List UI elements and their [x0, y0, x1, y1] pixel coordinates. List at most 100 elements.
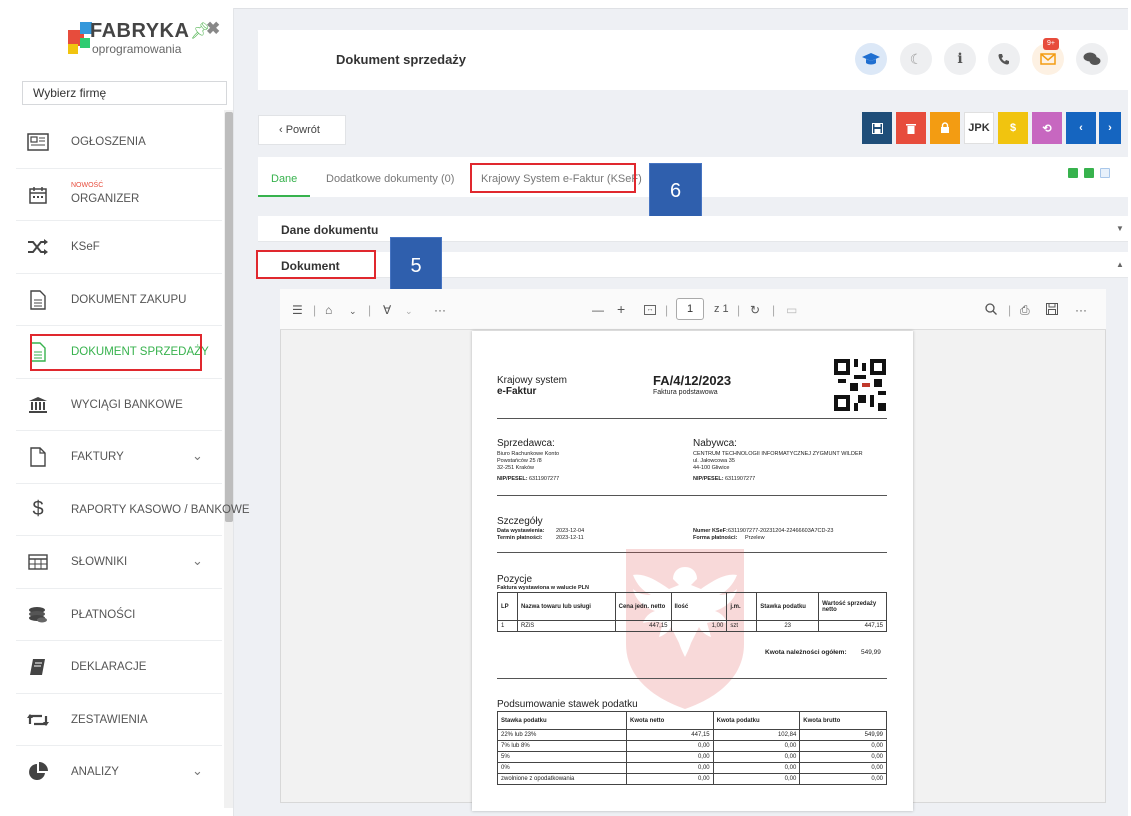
sidebar-item-ksef[interactable]: KSeF — [16, 221, 222, 274]
sidebar-item-analizy[interactable]: ANALIZY ⌄ — [16, 746, 222, 799]
sidebar-item-dokument-zakupu[interactable]: DOKUMENT ZAKUPU — [16, 274, 222, 326]
excel-icon[interactable] — [1084, 168, 1094, 178]
expand-toggle-icon[interactable]: ▲ — [1116, 260, 1124, 269]
chevron-down-icon[interactable]: ⌄ — [192, 448, 203, 464]
chevron-down-icon[interactable]: ⌄ — [192, 763, 203, 779]
zoom-out-button[interactable]: — — [592, 303, 604, 317]
ksef-number-label: Numer KSeF: — [693, 528, 728, 534]
sidebar-item-ogloszenia[interactable]: OGŁOSZENIA — [16, 116, 222, 169]
fit-page-icon[interactable]: ↔ — [644, 305, 656, 315]
rotate-icon[interactable]: ↻ — [750, 303, 760, 317]
save-icon[interactable] — [1046, 303, 1058, 318]
close-icon[interactable]: ✖ — [206, 19, 220, 39]
total-label: Kwota należności ogółem: — [765, 649, 847, 656]
column-header: Kwota podatku — [712, 711, 801, 730]
sidebar-item-zestawienia[interactable]: ZESTAWIENIA — [16, 694, 222, 746]
table-row: 1 RZiS 447,15 1,00 szt 23 447,15 — [497, 620, 887, 632]
page-number-input[interactable]: 1 — [676, 298, 704, 320]
sidebar-item-slowniki[interactable]: SŁOWNIKI ⌄ — [16, 536, 222, 589]
info-icon[interactable]: i — [944, 43, 976, 75]
chevron-down-icon[interactable]: ⌄ — [192, 553, 203, 569]
page-view-icon[interactable]: ▭ — [786, 303, 797, 317]
graduation-cap-icon[interactable] — [855, 43, 887, 75]
column-header: Stawka podatku — [756, 592, 820, 621]
collapse-toggle-icon[interactable]: ▼ — [1116, 224, 1124, 233]
payment-form: Przelew — [745, 535, 765, 541]
shuffle-icon — [26, 235, 50, 259]
search-icon[interactable] — [985, 303, 997, 318]
separator: | — [665, 303, 669, 317]
tab-dane[interactable]: Dane — [271, 173, 297, 185]
payment-button[interactable]: $ — [998, 112, 1028, 144]
phone-icon[interactable] — [988, 43, 1020, 75]
sidebar-item-label: PŁATNOŚCI — [71, 608, 136, 621]
divider — [497, 495, 887, 496]
sidebar-scrollbar-thumb[interactable] — [225, 112, 233, 522]
table-cell: 0,00 — [625, 751, 714, 763]
highlight-icon[interactable]: ⌂ — [325, 303, 332, 317]
zoom-in-button[interactable]: + — [617, 301, 625, 317]
new-tag: NOWOŚĆ — [71, 181, 104, 189]
more-options-icon[interactable]: ··· — [1075, 303, 1087, 317]
sidebar-item-raporty[interactable]: $ RAPORTY KASOWO / BANKOWE — [16, 484, 250, 536]
settings-icon[interactable] — [1100, 168, 1110, 178]
edit-icon[interactable] — [1068, 168, 1078, 178]
sidebar-item-deklaracje[interactable]: DEKLARACJE — [16, 641, 222, 694]
separator: | — [1008, 303, 1012, 317]
issue-date-label: Data wystawienia: — [497, 528, 545, 534]
table-row: 0% 0,00 0,00 0,00 — [497, 762, 887, 774]
lock-button[interactable] — [930, 112, 960, 144]
seller-heading: Sprzedawca: — [497, 438, 555, 449]
seller-nip: 6311907277 — [529, 476, 560, 482]
jpk-button[interactable]: JPK — [964, 112, 994, 144]
tab-dodatkowe-dokumenty[interactable]: Dodatkowe dokumenty (0) — [326, 173, 454, 185]
sidebar-item-faktury[interactable]: FAKTURY ⌄ — [16, 431, 222, 484]
file-icon — [26, 445, 50, 469]
column-header: j.m. — [726, 592, 758, 621]
chevron-down-icon[interactable]: ⌄ — [405, 306, 413, 317]
draw-icon[interactable]: ∀ — [383, 303, 391, 317]
table-cell: 0,00 — [799, 740, 887, 752]
back-button[interactable]: ‹ Powrót — [258, 115, 346, 145]
table-cell: 1,00 — [670, 620, 728, 632]
table-cell: 0,00 — [712, 762, 801, 774]
qr-code — [834, 359, 886, 416]
next-button[interactable]: › — [1099, 112, 1121, 144]
prev-button[interactable]: ‹ — [1066, 112, 1096, 144]
table-cell: 0,00 — [625, 740, 714, 752]
sidebar-item-organizer[interactable]: NOWOŚĆ ORGANIZER — [16, 169, 222, 221]
logo[interactable]: FABRYKA oprogramowania 📌︎ ✖ — [60, 19, 220, 72]
section-dane-dokumentu[interactable] — [258, 216, 1128, 242]
sidebar-item-wyciagi-bankowe[interactable]: WYCIĄGI BANKOWE — [16, 379, 222, 431]
seller-address2: 32-251 Kraków — [497, 465, 534, 471]
sidebar-item-label: DEKLARACJE — [71, 661, 147, 673]
section-dokument[interactable] — [258, 252, 1128, 278]
column-header: LP — [497, 592, 518, 621]
table-row: 7% lub 8% 0,00 0,00 0,00 — [497, 740, 887, 752]
page-title: Dokument sprzedaży — [336, 52, 467, 67]
chevron-down-icon[interactable]: ⌄ — [349, 306, 357, 317]
sidebar-item-platnosci[interactable]: PŁATNOŚCI — [16, 589, 222, 641]
positions-heading: Pozycje — [497, 574, 533, 585]
callout-5: 5 — [390, 237, 442, 293]
pdf-page: Krajowy system e-Faktur FA/4/12/2023 Fak… — [472, 331, 913, 811]
chat-icon[interactable] — [1076, 43, 1108, 75]
table-cell: 0,00 — [799, 773, 887, 785]
more-options-icon[interactable]: ··· — [434, 303, 446, 317]
bank-icon — [26, 393, 50, 417]
file-text-icon — [26, 288, 50, 312]
sidebar-item-label: ANALIZY — [71, 766, 119, 778]
seller-name: Biuro Rachunkowe Konto — [497, 451, 560, 457]
buyer-heading: Nabywca: — [693, 438, 737, 449]
calendar-icon — [26, 183, 50, 207]
print-icon[interactable]: ⎙ — [1020, 303, 1030, 318]
book-icon — [26, 655, 50, 679]
undo-button[interactable]: ⟲ — [1032, 112, 1062, 144]
sidebar-item-label: ORGANIZER — [71, 192, 140, 205]
pie-chart-icon — [26, 760, 50, 784]
moon-icon[interactable]: ☾ — [900, 43, 932, 75]
firm-select[interactable]: Wybierz firmę — [22, 81, 227, 105]
save-button[interactable] — [862, 112, 892, 144]
list-icon[interactable]: ☰ — [292, 303, 303, 317]
delete-button[interactable] — [896, 112, 926, 144]
